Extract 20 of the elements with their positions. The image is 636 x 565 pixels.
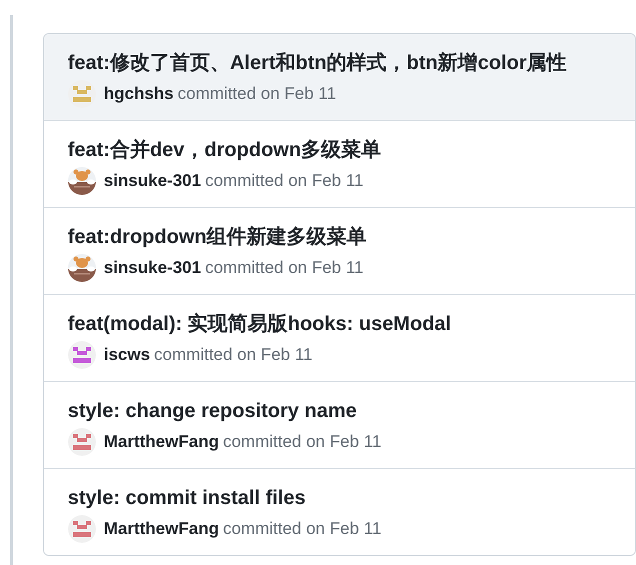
commit-title[interactable]: feat:dropdown组件新建多级菜单 — [68, 222, 367, 252]
commit-date: committed on Feb 11 — [205, 171, 364, 191]
commit-date: committed on Feb 11 — [178, 84, 336, 104]
author-link[interactable]: MartthewFang — [104, 432, 219, 452]
commit-title[interactable]: feat:合并dev，dropdown多级菜单 — [68, 135, 382, 165]
author-link[interactable]: hgchshs — [104, 84, 174, 104]
commit-row[interactable]: feat:修改了首页、Alert和btn的样式，btn新增color属性 hgchshs committed on Feb 11 — [44, 34, 635, 120]
author-link[interactable]: iscws — [104, 345, 150, 365]
commit-title[interactable]: style: change repository name — [68, 396, 357, 426]
commit-title[interactable]: feat(modal): 实现简易版hooks: useModal — [68, 309, 452, 339]
commit-title[interactable]: feat:修改了首页、Alert和btn的样式，btn新增color属性 — [68, 48, 567, 78]
author-link[interactable]: sinsuke-301 — [104, 258, 202, 278]
author-link[interactable]: MartthewFang — [104, 519, 219, 539]
author-link[interactable]: sinsuke-301 — [104, 171, 202, 191]
commit-date: committed on Feb 11 — [154, 345, 312, 365]
commit-row[interactable]: style: commit install files MartthewFang committed on Feb 11 — [44, 468, 635, 555]
commit-title[interactable]: style: commit install files — [68, 483, 306, 513]
commit-date: committed on Feb 11 — [222, 519, 382, 539]
commit-date: committed on Feb 11 — [222, 432, 382, 452]
commit-date: committed on Feb 11 — [205, 258, 364, 278]
